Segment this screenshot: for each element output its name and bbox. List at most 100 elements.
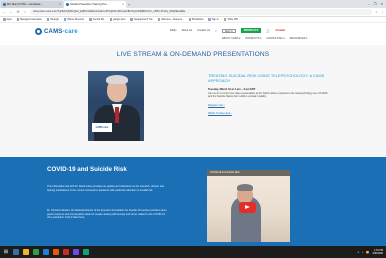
- reload-icon[interactable]: ⟳: [16, 10, 20, 14]
- bookmark-icon: [109, 18, 113, 21]
- register-link[interactable]: Register now ›: [208, 104, 328, 107]
- bookmark-label: Harleigh: [50, 18, 59, 21]
- network-icon[interactable]: 📶: [366, 251, 369, 254]
- new-tab-button[interactable]: +: [126, 1, 132, 8]
- tab-close-icon[interactable]: ✕: [59, 1, 61, 8]
- main-nav: ABOUT CAMS ▾ PRODUCTS ▾ CONSULTING ▾ RES…: [222, 37, 307, 40]
- tab-favicon-icon: [66, 3, 69, 6]
- site-header: CAMS-care FAQs About Us Contact Us ⌕ Sig…: [0, 23, 386, 45]
- video-person-hair: [237, 184, 253, 191]
- system-tray: ∧ ♪ 📶 1:51 PM 3/30/2020: [357, 249, 383, 255]
- bookmark-label: Sign in: [211, 18, 219, 21]
- tab-label: Suicide Prevention Training Pro...: [70, 3, 109, 6]
- tray-expand-icon[interactable]: ∧: [357, 251, 359, 254]
- webinar-title: TREATING SUICIDAL RISK USING TELEPSYCHOL…: [208, 73, 325, 83]
- about-us-link[interactable]: About Us: [182, 29, 193, 32]
- maximize-icon[interactable]: ❐: [374, 2, 377, 6]
- taskbar-app-icon[interactable]: [33, 249, 39, 255]
- bookmark-icon: [223, 18, 227, 21]
- bookmark-label: Central Ma.: [92, 18, 105, 21]
- bookmark-icon: [208, 18, 211, 21]
- bookmark-item[interactable]: Managed bookmarks: [16, 18, 42, 21]
- browser-menu-icon[interactable]: ⋮: [381, 10, 384, 14]
- nav-resources[interactable]: RESOURCES ▾: [290, 37, 308, 40]
- clock-date: 3/30/2020: [372, 252, 383, 255]
- bookmark-item[interactable]: Sign in: [208, 18, 219, 21]
- contact-link[interactable]: Contact: [276, 29, 286, 32]
- url-input[interactable]: www.cams-care.com/?gclid=Cj0KCQjwl_qvBhC…: [30, 9, 373, 15]
- live-stream-section: LIVE STREAM & ON-DEMAND PRESENTATIONS CA…: [0, 45, 386, 157]
- logo-text: CAMS-care: [44, 28, 78, 35]
- back-icon[interactable]: ←: [2, 10, 6, 14]
- bookmark-item[interactable]: google docs: [109, 18, 126, 21]
- taskbar-app-icon[interactable]: [63, 249, 69, 255]
- bookmark-label: Managed bookmarks: [20, 18, 42, 21]
- tab-close-icon[interactable]: ✕: [122, 1, 124, 8]
- bookmark-label: Broadband: [192, 18, 204, 21]
- watch-on-demand-link[interactable]: Watch On-Demand ›: [208, 112, 328, 115]
- bookmark-icon: [89, 18, 92, 21]
- taskbar-app-icon[interactable]: [43, 249, 49, 255]
- products-button[interactable]: PRODUCTS: [240, 28, 262, 33]
- search-icon[interactable]: ⌕: [215, 29, 217, 33]
- browser-tab-bar: Mtn Mary P17DL - cameliasa... ✕ Suicide …: [0, 0, 386, 8]
- home-icon[interactable]: ⌂: [23, 10, 27, 14]
- browser-tab-1[interactable]: Mtn Mary P17DL - cameliasa... ✕: [1, 1, 63, 8]
- webinar-info: TREATING SUICIDAL RISK USING TELEPSYCHOL…: [208, 73, 328, 115]
- windows-start-icon[interactable]: ⊞: [3, 249, 9, 255]
- bookmark-item[interactable]: Webex Directory: [63, 18, 85, 21]
- system-clock[interactable]: 1:51 PM 3/30/2020: [372, 249, 383, 255]
- bookmark-item[interactable]: Apps: [3, 18, 12, 21]
- video-player[interactable]: COVID-19 and Suicide Risk: [207, 170, 290, 242]
- tab-favicon-icon: [3, 3, 6, 6]
- webinar-date: Tuesday, March 31 at 1 pm – 3 pm EDT: [208, 88, 256, 91]
- close-window-icon[interactable]: ✕: [380, 2, 383, 6]
- taskbar-app-icon[interactable]: [13, 249, 19, 255]
- minimize-icon[interactable]: −: [368, 2, 370, 6]
- bookmark-item[interactable]: Broadband: [188, 18, 204, 21]
- window-controls: − ❐ ✕: [368, 0, 386, 8]
- taskbar-app-icon[interactable]: [53, 249, 59, 255]
- bookmark-icon: [157, 18, 161, 21]
- bookmark-item[interactable]: Harleigh: [46, 18, 59, 21]
- covid-section: COVID-19 and Suicide Risk This informati…: [0, 157, 386, 246]
- covid-paragraph-1: This informative clip with Dr. David Job…: [47, 185, 165, 192]
- tab-label: Mtn Mary P17DL - cameliasa...: [7, 3, 43, 6]
- volume-icon[interactable]: ♪: [362, 251, 363, 254]
- section-title: LIVE STREAM & ON-DEMAND PRESENTATIONS: [116, 51, 270, 58]
- bookmark-icon: [130, 18, 133, 21]
- bookmark-icon: [46, 18, 50, 21]
- nav-products[interactable]: PRODUCTS ▾: [245, 37, 261, 40]
- forward-icon[interactable]: →: [9, 10, 13, 14]
- address-bar: ← → ⟳ ⌂ www.cams-care.com/?gclid=Cj0KCQj…: [0, 8, 386, 17]
- bookmark-item[interactable]: Welcome - Awarena...: [157, 18, 184, 21]
- play-icon[interactable]: [239, 202, 256, 213]
- faqs-link[interactable]: FAQs: [170, 29, 177, 32]
- bookmark-star-icon[interactable]: ☆: [375, 10, 378, 14]
- taskbar-app-icon[interactable]: [23, 249, 29, 255]
- bookmark-label: Welcome - Awarena...: [161, 18, 184, 21]
- photo-logo-badge: CAMS-care: [92, 123, 112, 132]
- bookmark-icon: [3, 18, 6, 21]
- bookmark-label: Webex Directory: [67, 18, 85, 21]
- covid-title: COVID-19 and Suicide Risk: [47, 166, 127, 173]
- os-taskbar: ⊞ ∧ ♪ 📶 1:51 PM 3/30/2020: [0, 246, 386, 258]
- browser-tab-2-active[interactable]: Suicide Prevention Training Pro... ✕: [64, 1, 126, 8]
- presenter-photo: CAMS-care: [88, 71, 144, 141]
- site-logo[interactable]: CAMS-care: [35, 28, 78, 35]
- bookmark-item[interactable]: Sangamotech The: [130, 18, 153, 21]
- bookmark-icon: [16, 18, 20, 21]
- taskbar-app-icon[interactable]: [73, 249, 79, 255]
- bookmark-item[interactable]: Central Ma.: [89, 18, 105, 21]
- bookmark-item[interactable]: Office 365: [223, 18, 238, 21]
- cart-icon[interactable]: 🛒: [266, 29, 270, 33]
- taskbar-app-icon[interactable]: [83, 249, 89, 255]
- nav-consulting[interactable]: CONSULTING ▾: [266, 37, 284, 40]
- contact-us-link[interactable]: Contact Us: [197, 29, 210, 32]
- nav-about-cams[interactable]: ABOUT CAMS ▾: [222, 37, 240, 40]
- sign-in-link[interactable]: Sign In: [221, 28, 236, 33]
- covid-paragraph-2: Dr. Christine Moutier, the Medical Direc…: [47, 209, 167, 219]
- webinar-description: Join us for a 2-hour live video presenta…: [208, 92, 328, 99]
- bookmark-label: google docs: [113, 18, 126, 21]
- bookmark-label: Apps: [6, 18, 12, 21]
